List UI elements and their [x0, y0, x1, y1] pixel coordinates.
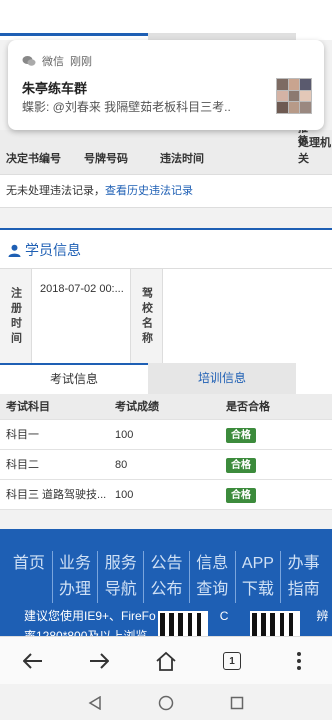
top-tab-active-indicator — [0, 33, 148, 36]
violation-empty-message: 无未处理违法记录，查看历史违法记录 — [6, 182, 193, 198]
arrow-left-icon — [23, 653, 42, 669]
tab-count: 1 — [223, 652, 241, 670]
user-icon — [8, 244, 21, 257]
system-nav-bar — [0, 684, 332, 720]
divider — [0, 207, 332, 208]
notification-app-row: 微信 刚刚 — [22, 53, 92, 69]
footer-link-service[interactable]: 服务 — [97, 551, 143, 577]
home-icon — [156, 651, 176, 671]
exam-table: 考试科目 考试成绩 是否合格 科目一 100 合格 科目二 80 合格 科目三 … — [0, 394, 332, 510]
info-tabs: 考试信息 培训信息 — [0, 363, 332, 394]
exam-subject: 科目二 — [6, 459, 39, 471]
footer-link-announcement-2[interactable]: 公布 — [143, 577, 189, 603]
school-name-label: 驾校名称 — [131, 269, 163, 365]
home-button[interactable] — [153, 649, 179, 673]
wechat-icon — [22, 56, 36, 66]
top-tab-inactive[interactable] — [148, 33, 296, 40]
footer-link-app-2[interactable]: 下载 — [234, 577, 281, 603]
system-back-button[interactable] — [85, 693, 105, 713]
footer-link-guide[interactable]: 办事 — [280, 551, 326, 577]
more-vertical-icon — [297, 652, 301, 670]
qr-code-icon — [158, 611, 208, 636]
col-violation-time: 违法时间 — [160, 153, 204, 165]
history-violations-link[interactable]: 查看历史违法记录 — [105, 185, 193, 197]
menu-button[interactable] — [286, 649, 312, 673]
back-button[interactable] — [20, 649, 46, 673]
exam-subject: 科目三 道路驾驶技... — [6, 489, 107, 501]
col-decision-number: 决定书编号 — [6, 153, 61, 165]
empty-text: 无未处理违法记录， — [6, 185, 105, 197]
notification-title: 朱亭练车群 — [22, 81, 88, 96]
col-exam-score: 考试成绩 — [115, 401, 159, 413]
student-info-panel: 学员信息 注册时间 2018-07-02 00:... 驾校名称 — [0, 228, 332, 365]
exam-subject: 科目一 — [6, 429, 39, 441]
browser-notice-2: 率1280*800及以上浏览 — [24, 629, 148, 636]
browser-toolbar: 1 — [0, 636, 332, 684]
reg-time-value: 2018-07-02 00:... — [40, 283, 124, 295]
notification-time: 刚刚 — [70, 56, 92, 68]
col-pass-status: 是否合格 — [226, 401, 270, 413]
footer-link-info[interactable]: 信息 — [188, 551, 235, 577]
arrow-right-icon — [90, 653, 109, 669]
system-home-button[interactable] — [156, 693, 176, 713]
group-avatar-icon — [276, 78, 312, 114]
notice-text-end: 辨 — [316, 609, 329, 623]
exam-table-header: 考试科目 考试成绩 是否合格 — [0, 394, 332, 420]
system-recents-button[interactable] — [227, 693, 247, 713]
square-recents-icon — [230, 696, 244, 710]
footer-link-info-2[interactable]: 查询 — [188, 577, 235, 603]
notice-text-tail: C — [219, 609, 229, 623]
footer-link-business[interactable]: 业务 — [51, 551, 98, 577]
triangle-back-icon — [88, 696, 101, 710]
wechat-notification[interactable]: 微信 刚刚 朱亭练车群 蝶影: @刘春来 我隔壁茹老板科目三考.. — [8, 40, 324, 130]
student-info-title: 学员信息 — [25, 242, 81, 258]
col-exam-subject: 考试科目 — [6, 401, 50, 413]
tab-switcher-button[interactable]: 1 — [219, 649, 245, 673]
qr-code-icon — [250, 611, 300, 636]
footer-link-announcement[interactable]: 公告 — [143, 551, 189, 577]
forward-button[interactable] — [86, 649, 112, 673]
col-handling-agency: 处理机关 — [298, 137, 331, 165]
circle-home-icon — [158, 695, 174, 711]
top-tab-strip — [0, 0, 332, 40]
tab-training-info[interactable]: 培训信息 — [148, 363, 296, 394]
student-info-header: 学员信息 — [8, 240, 81, 260]
student-info-grid: 注册时间 2018-07-02 00:... 驾校名称 — [0, 268, 332, 365]
exam-score: 100 — [115, 489, 134, 501]
footer-nav-spacer — [6, 577, 52, 603]
notification-app-name: 微信 — [42, 56, 64, 68]
col-plate-number: 号牌号码 — [84, 153, 128, 165]
footer-link-home[interactable]: 首页 — [6, 551, 52, 577]
footer-link-business-2[interactable]: 办理 — [51, 577, 98, 603]
footer-link-guide-2[interactable]: 指南 — [280, 577, 326, 603]
violation-table-header: 决定书编号 号牌号码 违法时间 推 徳 处理机关 — [0, 124, 332, 175]
table-row: 科目一 100 合格 — [0, 420, 332, 450]
reg-time-label: 注册时间 — [0, 269, 32, 365]
notification-message: 蝶影: @刘春来 我隔壁茹老板科目三考.. — [22, 100, 231, 114]
table-row: 科目三 道路驾驶技... 100 合格 — [0, 480, 332, 510]
table-row: 科目二 80 合格 — [0, 450, 332, 480]
footer-link-service-2[interactable]: 导航 — [97, 577, 143, 603]
notice-text: 建议您使用IE9+、FireFo — [24, 609, 156, 623]
violation-table: 决定书编号 号牌号码 违法时间 推 徳 处理机关 无未处理违法记录，查看历史违法… — [0, 124, 332, 208]
exam-score: 100 — [115, 429, 134, 441]
footer-nav: 首页 业务 服务 公告 信息 APP 办事 办理 导航 公布 查询 下载 指南 — [6, 551, 326, 603]
site-footer: 首页 业务 服务 公告 信息 APP 办事 办理 导航 公布 查询 下载 指南 … — [0, 529, 332, 636]
pass-badge: 合格 — [226, 458, 256, 473]
pass-badge: 合格 — [226, 428, 256, 443]
footer-link-app[interactable]: APP — [234, 551, 281, 577]
exam-score: 80 — [115, 459, 128, 471]
tab-exam-info[interactable]: 考试信息 — [0, 363, 148, 394]
web-page: 决定书编号 号牌号码 违法时间 推 徳 处理机关 无未处理违法记录，查看历史违法… — [0, 0, 332, 636]
pass-badge: 合格 — [226, 488, 256, 503]
